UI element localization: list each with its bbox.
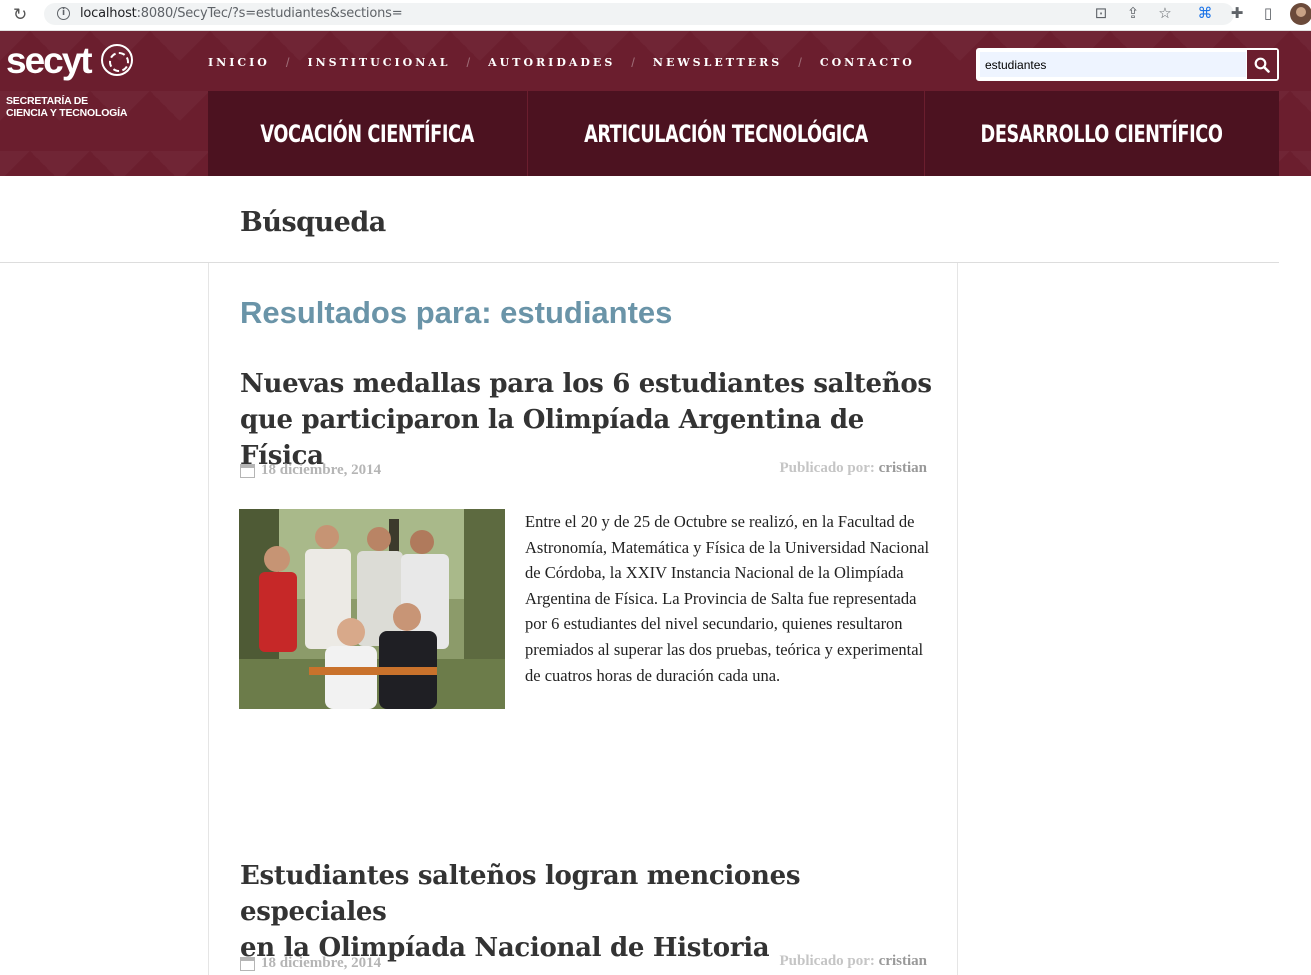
- nav-institucional[interactable]: INSTITUCIONAL: [307, 56, 450, 69]
- info-icon[interactable]: i: [57, 7, 70, 20]
- secyt-logo[interactable]: secyt SECRETARÍA DE CIENCIA Y TECNOLOGÍA: [6, 40, 133, 119]
- search-form: [976, 48, 1279, 81]
- side-panel-icon[interactable]: ▯: [1259, 4, 1277, 22]
- search-icon: [1254, 57, 1270, 73]
- browser-toolbar: ↻ i localhost:8080/SecyTec/?s=estudiante…: [0, 0, 1311, 31]
- tab-desarrollo-cientifico[interactable]: DESARROLLO CIENTÍFICO: [925, 91, 1279, 176]
- nav-inicio[interactable]: INICIO: [208, 56, 270, 69]
- extensions-puzzle-icon[interactable]: ✚: [1228, 4, 1246, 22]
- post-author: Publicado por: cristian: [779, 460, 927, 476]
- tab-articulacion-tecnologica[interactable]: ARTICULACIÓN TECNOLÓGICA: [528, 91, 925, 176]
- nav-separator: /: [285, 55, 290, 70]
- translate-icon[interactable]: ⊡: [1092, 4, 1110, 22]
- translate-extension-icon[interactable]: ⌘: [1196, 4, 1214, 22]
- share-icon[interactable]: ⇪: [1124, 4, 1142, 22]
- site-header: secyt SECRETARÍA DE CIENCIA Y TECNOLOGÍA…: [0, 31, 1311, 176]
- post-date: 18 diciembre, 2014: [240, 462, 381, 479]
- tab-vocacion-cientifica[interactable]: VOCACIÓN CIENTÍFICA: [208, 91, 528, 176]
- seal-icon: [101, 44, 133, 76]
- page-title: Búsqueda: [240, 207, 386, 238]
- post-title[interactable]: Estudiantes salteños logran menciones es…: [240, 858, 940, 966]
- nav-separator: /: [631, 55, 635, 70]
- nav-newsletters[interactable]: NEWSLETTERS: [653, 56, 782, 69]
- url-text: localhost:8080/SecyTec/?s=estudiantes&se…: [80, 6, 403, 21]
- post-title[interactable]: Nuevas medallas para los 6 estudiantes s…: [240, 366, 940, 474]
- logo-wordmark: secyt: [6, 40, 93, 81]
- nav-separator: /: [466, 55, 471, 70]
- search-button[interactable]: [1247, 50, 1277, 79]
- students-photo: [239, 509, 505, 709]
- section-tabs: VOCACIÓN CIENTÍFICA ARTICULACIÓN TECNOLÓ…: [208, 91, 1279, 176]
- post-excerpt: Entre el 20 y de 25 de Octubre se realiz…: [525, 512, 930, 685]
- bookmark-star-icon[interactable]: ☆: [1156, 4, 1174, 22]
- post-author: Publicado por: cristian: [779, 953, 927, 969]
- address-bar[interactable]: i localhost:8080/SecyTec/?s=estudiantes&…: [44, 3, 1234, 25]
- nav-autoridades[interactable]: AUTORIDADES: [488, 56, 615, 69]
- top-nav: INICIO / INSTITUCIONAL / AUTORIDADES / N…: [208, 55, 915, 70]
- calendar-icon: [240, 463, 255, 478]
- results-heading: Resultados para: estudiantes: [240, 295, 673, 330]
- reload-icon[interactable]: ↻: [13, 5, 27, 25]
- logo-subtitle: SECRETARÍA DE CIENCIA Y TECNOLOGÍA: [6, 95, 128, 119]
- profile-avatar[interactable]: [1290, 3, 1311, 25]
- post-thumbnail[interactable]: [239, 509, 505, 709]
- nav-contacto[interactable]: CONTACTO: [820, 56, 915, 69]
- calendar-icon: [240, 956, 255, 971]
- nav-separator: /: [798, 55, 802, 70]
- post-date: 18 diciembre, 2014: [240, 955, 381, 972]
- search-input[interactable]: [980, 52, 1246, 77]
